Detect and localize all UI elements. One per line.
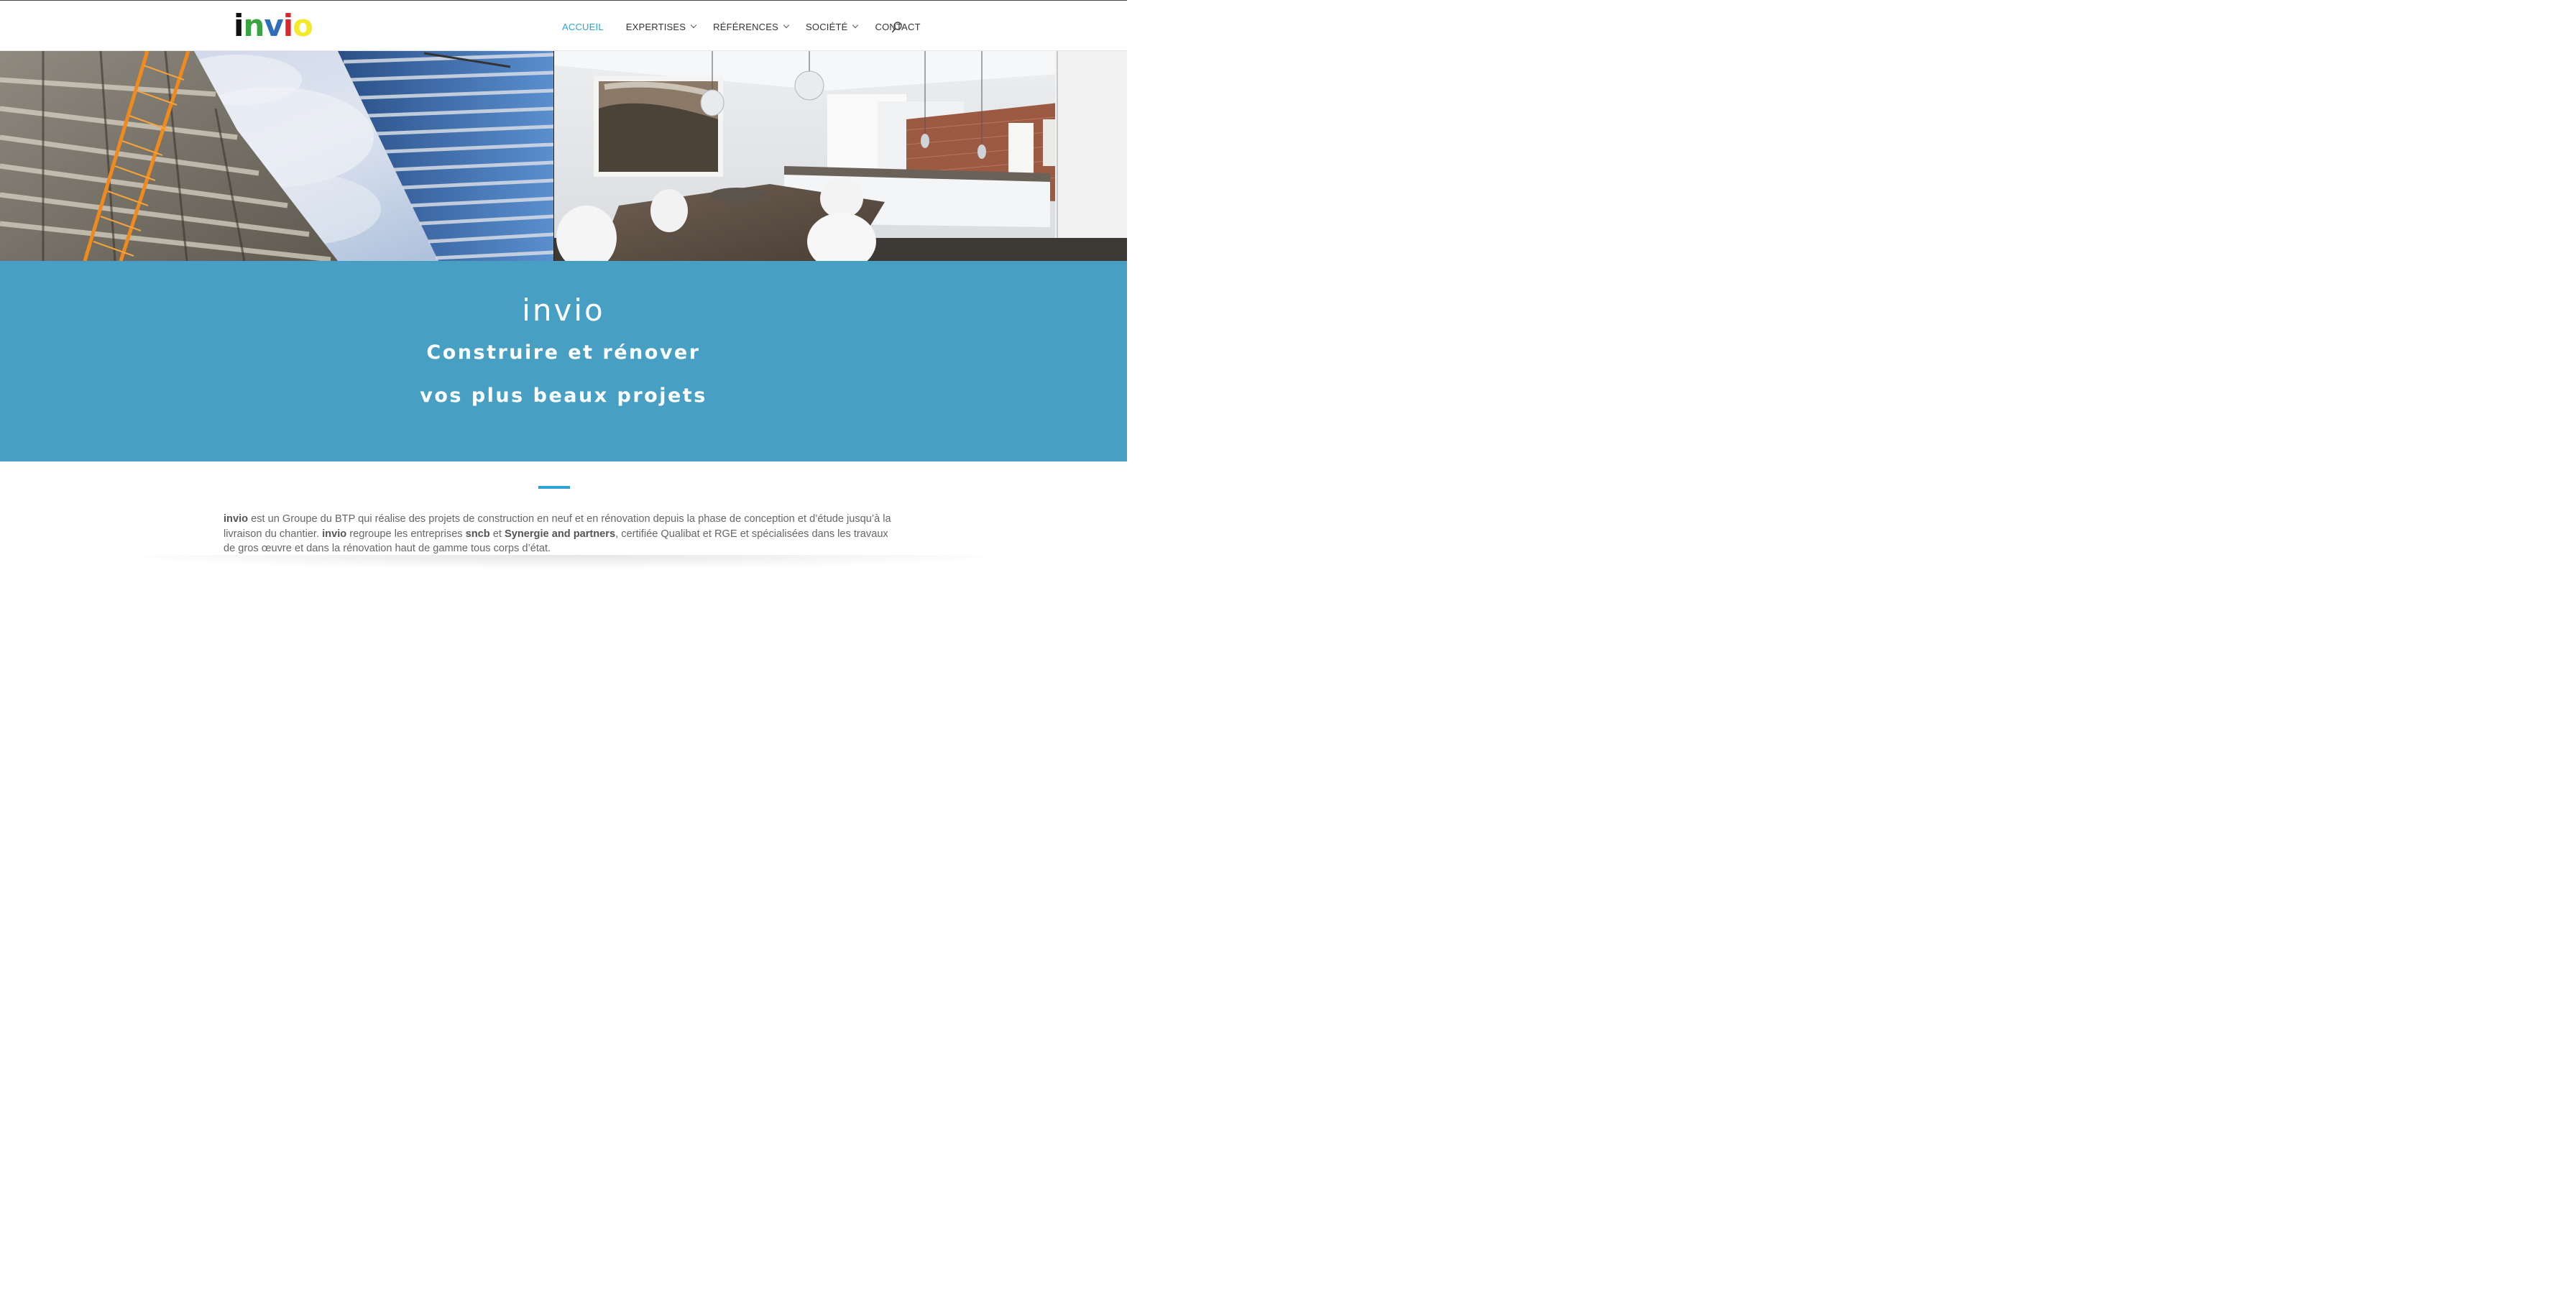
intro-paragraph: invio est un Groupe du BTP qui réalise d… — [224, 512, 899, 556]
company-name: Synergie and partners — [505, 528, 616, 540]
construction-image — [0, 51, 553, 261]
search-icon[interactable] — [892, 22, 902, 33]
main-nav: ACCUEIL EXPERTISES RÉFÉRENCES SOCIÉTÉ CO… — [562, 20, 921, 33]
logo-letter: i — [234, 8, 244, 43]
intro-text: regroupe les entreprises — [346, 528, 466, 540]
chevron-down-icon — [852, 22, 859, 29]
nav-item-label: ACCUEIL — [562, 21, 604, 32]
invio-logo[interactable]: invio — [234, 8, 313, 41]
section-shadow — [108, 555, 1019, 569]
nav-item-references[interactable]: RÉFÉRENCES — [713, 21, 790, 32]
brand-name: invio — [224, 513, 249, 525]
logo-letter: i — [282, 8, 293, 43]
hero-images — [0, 51, 1127, 261]
chevron-down-icon — [783, 22, 790, 29]
company-name: sncb — [465, 528, 490, 540]
nav-item-societe[interactable]: SOCIÉTÉ — [806, 21, 859, 32]
logo-letter: v — [264, 8, 283, 43]
logo-letter: o — [293, 8, 313, 43]
band-tagline-line2: vos plus beaux projets — [420, 385, 707, 407]
site-header: invio ACCUEIL EXPERTISES RÉFÉRENCES SOCI… — [0, 1, 1127, 51]
band-tagline-line1: Construire et rénover — [426, 341, 701, 364]
brand-name: invio — [322, 528, 347, 540]
chevron-down-icon — [690, 22, 697, 29]
nav-item-label: RÉFÉRENCES — [713, 21, 779, 32]
section-divider — [538, 486, 570, 489]
intro-text: et — [489, 528, 505, 540]
logo-letter: n — [243, 8, 264, 43]
band-title: invio — [522, 293, 605, 328]
kitchen-image — [554, 51, 1127, 261]
tagline-band: invio Construire et rénover vos plus bea… — [0, 261, 1127, 461]
nav-item-expertises[interactable]: EXPERTISES — [625, 21, 697, 32]
nav-item-label: EXPERTISES — [625, 21, 686, 32]
nav-item-label: SOCIÉTÉ — [806, 21, 848, 32]
nav-item-accueil[interactable]: ACCUEIL — [562, 22, 604, 32]
